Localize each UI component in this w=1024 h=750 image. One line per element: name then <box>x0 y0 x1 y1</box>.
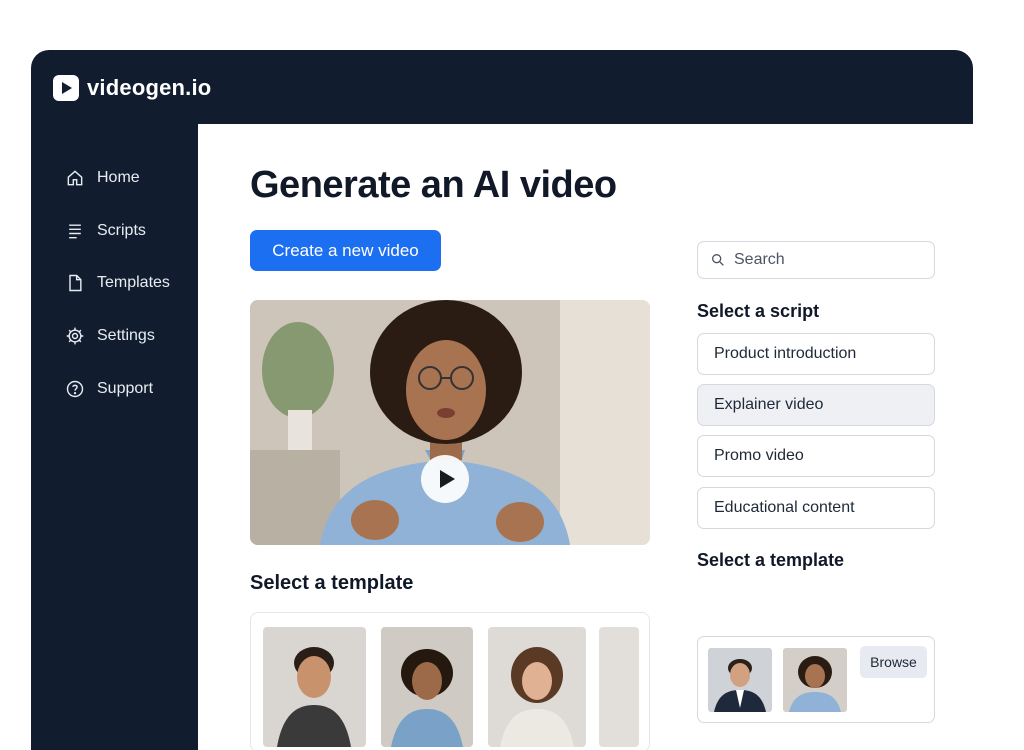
avatar-woman-curly-image <box>488 627 586 747</box>
top-bar: videogen.io <box>31 50 973 124</box>
sidebar-item-home[interactable]: Home <box>65 168 140 188</box>
script-option[interactable]: Promo video <box>697 435 935 477</box>
sidebar-item-label: Home <box>97 169 140 186</box>
template-thumbnail[interactable] <box>263 627 366 747</box>
home-icon <box>67 170 83 186</box>
video-preview[interactable] <box>250 300 650 545</box>
script-section-title: Select a script <box>697 301 820 321</box>
sidebar-item-label: Scripts <box>97 222 146 239</box>
script-option[interactable]: Educational content <box>697 487 935 529</box>
gear-icon <box>66 327 84 345</box>
template-panel-title: Select a template <box>697 550 845 570</box>
template-option[interactable] <box>783 648 847 712</box>
play-logo-icon <box>53 75 79 101</box>
template-gallery <box>250 612 650 750</box>
app-window: videogen.io Home Scripts Templates Setti… <box>31 50 973 750</box>
script-option-selected[interactable]: Explainer video <box>697 384 935 426</box>
play-button[interactable] <box>421 455 469 503</box>
sidebar-item-label: Templates <box>97 274 170 291</box>
template-option[interactable] <box>708 648 772 712</box>
template-thumbnail[interactable] <box>488 627 586 747</box>
logo[interactable]: videogen.io <box>53 75 211 101</box>
presenter-image <box>250 300 650 545</box>
app-name: videogen.io <box>87 75 212 100</box>
avatar-man-image <box>263 627 366 747</box>
main-content: Generate an AI video Create a new video <box>198 124 973 750</box>
template-thumbnail[interactable] <box>599 627 639 747</box>
sidebar-item-support[interactable]: Support <box>65 379 153 399</box>
avatar-woman-image <box>381 627 473 747</box>
list-icon <box>69 224 81 239</box>
file-icon <box>69 274 82 292</box>
search-input[interactable] <box>734 251 924 269</box>
sidebar-item-scripts[interactable]: Scripts <box>65 221 146 241</box>
sidebar-item-label: Settings <box>97 327 155 344</box>
search-icon <box>712 254 724 266</box>
avatar-woman-image <box>783 648 847 712</box>
template-picker: Browse <box>697 636 935 723</box>
help-icon <box>66 380 84 398</box>
sidebar-item-label: Support <box>97 380 154 397</box>
script-option[interactable]: Product introduction <box>697 333 935 375</box>
sidebar-item-templates[interactable]: Templates <box>65 273 170 293</box>
avatar-man-suit-image <box>708 648 772 712</box>
browse-button[interactable]: Browse <box>860 646 927 678</box>
template-thumbnail[interactable] <box>381 627 473 747</box>
page-title: Generate an AI video <box>250 164 617 206</box>
sidebar: Home Scripts Templates Settings Support <box>31 124 198 750</box>
search-box[interactable] <box>697 241 935 279</box>
sidebar-item-settings[interactable]: Settings <box>65 326 155 346</box>
create-video-button[interactable]: Create a new video <box>250 230 441 271</box>
template-section-title: Select a template <box>250 572 414 594</box>
